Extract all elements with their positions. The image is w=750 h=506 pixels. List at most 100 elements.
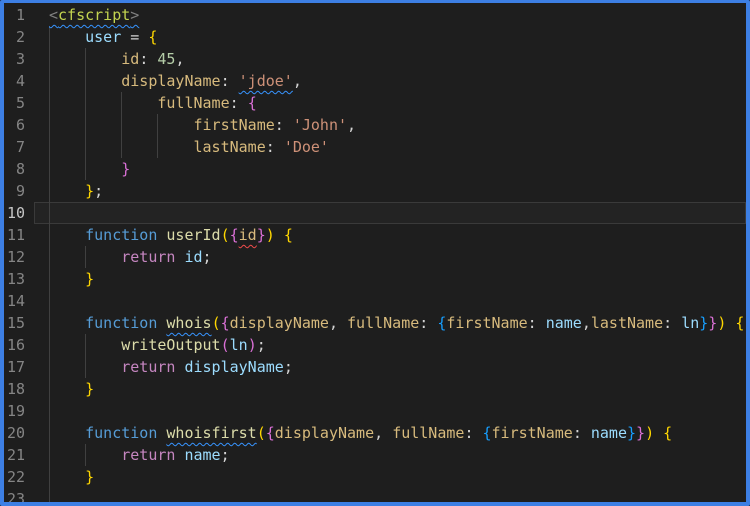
line-number[interactable]: 7: [4, 136, 34, 158]
code-line-content[interactable]: displayName: 'jdoe',: [34, 70, 746, 92]
line-number[interactable]: 17: [4, 356, 34, 378]
indent-spaces: [49, 270, 85, 288]
code-line-content[interactable]: function userId({id}) {: [34, 224, 746, 246]
code-token: }: [627, 424, 637, 442]
code-line[interactable]: 15 function whois({displayName, fullName…: [4, 312, 746, 334]
line-number[interactable]: 15: [4, 312, 34, 334]
code-line-content[interactable]: [34, 202, 746, 224]
indent-spaces: [49, 28, 85, 46]
code-line[interactable]: 2 user = {: [4, 26, 746, 48]
line-number[interactable]: 10: [4, 202, 34, 224]
code-line[interactable]: 14: [4, 290, 746, 312]
code-line-content[interactable]: }: [34, 466, 746, 488]
code-line-content[interactable]: [34, 290, 746, 312]
code-token: displayName: [184, 358, 284, 376]
code-token: ;: [283, 358, 293, 376]
code-line-content[interactable]: user = {: [34, 26, 746, 48]
code-line[interactable]: 20 function whoisfirst({displayName, ful…: [4, 422, 746, 444]
line-number[interactable]: 22: [4, 466, 34, 488]
line-number[interactable]: 8: [4, 158, 34, 180]
code-text: return id;: [49, 248, 211, 266]
indent-spaces: [49, 226, 85, 244]
code-line-active[interactable]: 10: [4, 202, 746, 224]
code-line[interactable]: 16 writeOutput(ln);: [4, 334, 746, 356]
code-line-content[interactable]: function whoisfirst({displayName, fullNa…: [34, 422, 746, 444]
code-line-content[interactable]: }: [34, 378, 746, 400]
code-token: name: [590, 424, 627, 442]
code-line-content[interactable]: firstName: 'John',: [34, 114, 746, 136]
line-number[interactable]: 3: [4, 48, 34, 70]
code-line[interactable]: 5 fullName: {: [4, 92, 746, 114]
code-line[interactable]: 13 }: [4, 268, 746, 290]
code-line[interactable]: 3 id: 45,: [4, 48, 746, 70]
line-number[interactable]: 6: [4, 114, 34, 136]
code-line-content[interactable]: writeOutput(ln);: [34, 334, 746, 356]
code-line[interactable]: 18 }: [4, 378, 746, 400]
indent-spaces: [49, 358, 121, 376]
code-token: {: [265, 424, 275, 442]
code-line-content[interactable]: fullName: {: [34, 92, 746, 114]
code-line[interactable]: 9 };: [4, 180, 746, 202]
code-text: }: [49, 468, 94, 486]
code-line-content[interactable]: }: [34, 268, 746, 290]
line-number[interactable]: 4: [4, 70, 34, 92]
code-line[interactable]: 17 return displayName;: [4, 356, 746, 378]
code-line[interactable]: 23: [4, 488, 746, 502]
indent-spaces: [49, 468, 85, 486]
code-line[interactable]: 7 lastName: 'Doe': [4, 136, 746, 158]
code-editor[interactable]: 1 <cfscript> 2 user = {3 id: 45, 4 displayN…: [4, 4, 746, 502]
line-number[interactable]: 23: [4, 488, 34, 502]
code-line[interactable]: 11 function userId({id}) {: [4, 224, 746, 246]
code-line-content[interactable]: };: [34, 180, 746, 202]
code-text: fullName: {: [49, 94, 256, 112]
indent-spaces: [49, 94, 157, 112]
code-token: fullName: [347, 314, 420, 332]
code-token: :: [572, 424, 591, 442]
code-token: ln: [681, 314, 700, 332]
code-line-content[interactable]: lastName: 'Doe': [34, 136, 746, 158]
code-text: id: 45,: [49, 50, 184, 68]
line-number[interactable]: 21: [4, 444, 34, 466]
line-number[interactable]: 12: [4, 246, 34, 268]
code-line-content[interactable]: }: [34, 158, 746, 180]
code-text: function whoisfirst({displayName, fullNa…: [49, 424, 672, 442]
line-number[interactable]: 5: [4, 92, 34, 114]
code-token: }: [85, 468, 95, 486]
code-token: :: [139, 50, 158, 68]
line-number[interactable]: 14: [4, 290, 34, 312]
code-line[interactable]: 19: [4, 400, 746, 422]
code-line-content[interactable]: return name;: [34, 444, 746, 466]
code-token: ,: [374, 424, 393, 442]
code-line[interactable]: 6 firstName: 'John',: [4, 114, 746, 136]
indent-spaces: [49, 116, 194, 134]
code-token: function: [85, 424, 158, 442]
line-number[interactable]: 18: [4, 378, 34, 400]
code-line-content[interactable]: <cfscript>: [34, 4, 746, 26]
code-line[interactable]: 8 }: [4, 158, 746, 180]
code-line[interactable]: 21 return name;: [4, 444, 746, 466]
line-number[interactable]: 13: [4, 268, 34, 290]
code-text: user = {: [49, 28, 157, 46]
code-token: :: [464, 424, 483, 442]
line-number[interactable]: 20: [4, 422, 34, 444]
line-number[interactable]: 1: [4, 4, 34, 26]
code-line[interactable]: 22 }: [4, 466, 746, 488]
line-number[interactable]: 16: [4, 334, 34, 356]
line-number[interactable]: 19: [4, 400, 34, 422]
code-line-content[interactable]: function whois({displayName, fullName: {…: [34, 312, 746, 334]
code-line[interactable]: 1 <cfscript>: [4, 4, 746, 26]
code-line-content[interactable]: return id;: [34, 246, 746, 268]
code-line[interactable]: 4 displayName: 'jdoe',: [4, 70, 746, 92]
code-token-squiggle-blue: whois: [166, 314, 212, 332]
line-number[interactable]: 11: [4, 224, 34, 246]
line-number[interactable]: 2: [4, 26, 34, 48]
line-number[interactable]: 9: [4, 180, 34, 202]
code-line-content[interactable]: id: 45,: [34, 48, 746, 70]
code-line-content[interactable]: [34, 488, 746, 502]
code-line-content[interactable]: return displayName;: [34, 356, 746, 378]
code-line[interactable]: 12 return id;: [4, 246, 746, 268]
code-line-content[interactable]: [34, 400, 746, 422]
code-token: return: [121, 446, 176, 464]
indent-spaces: [49, 248, 121, 266]
